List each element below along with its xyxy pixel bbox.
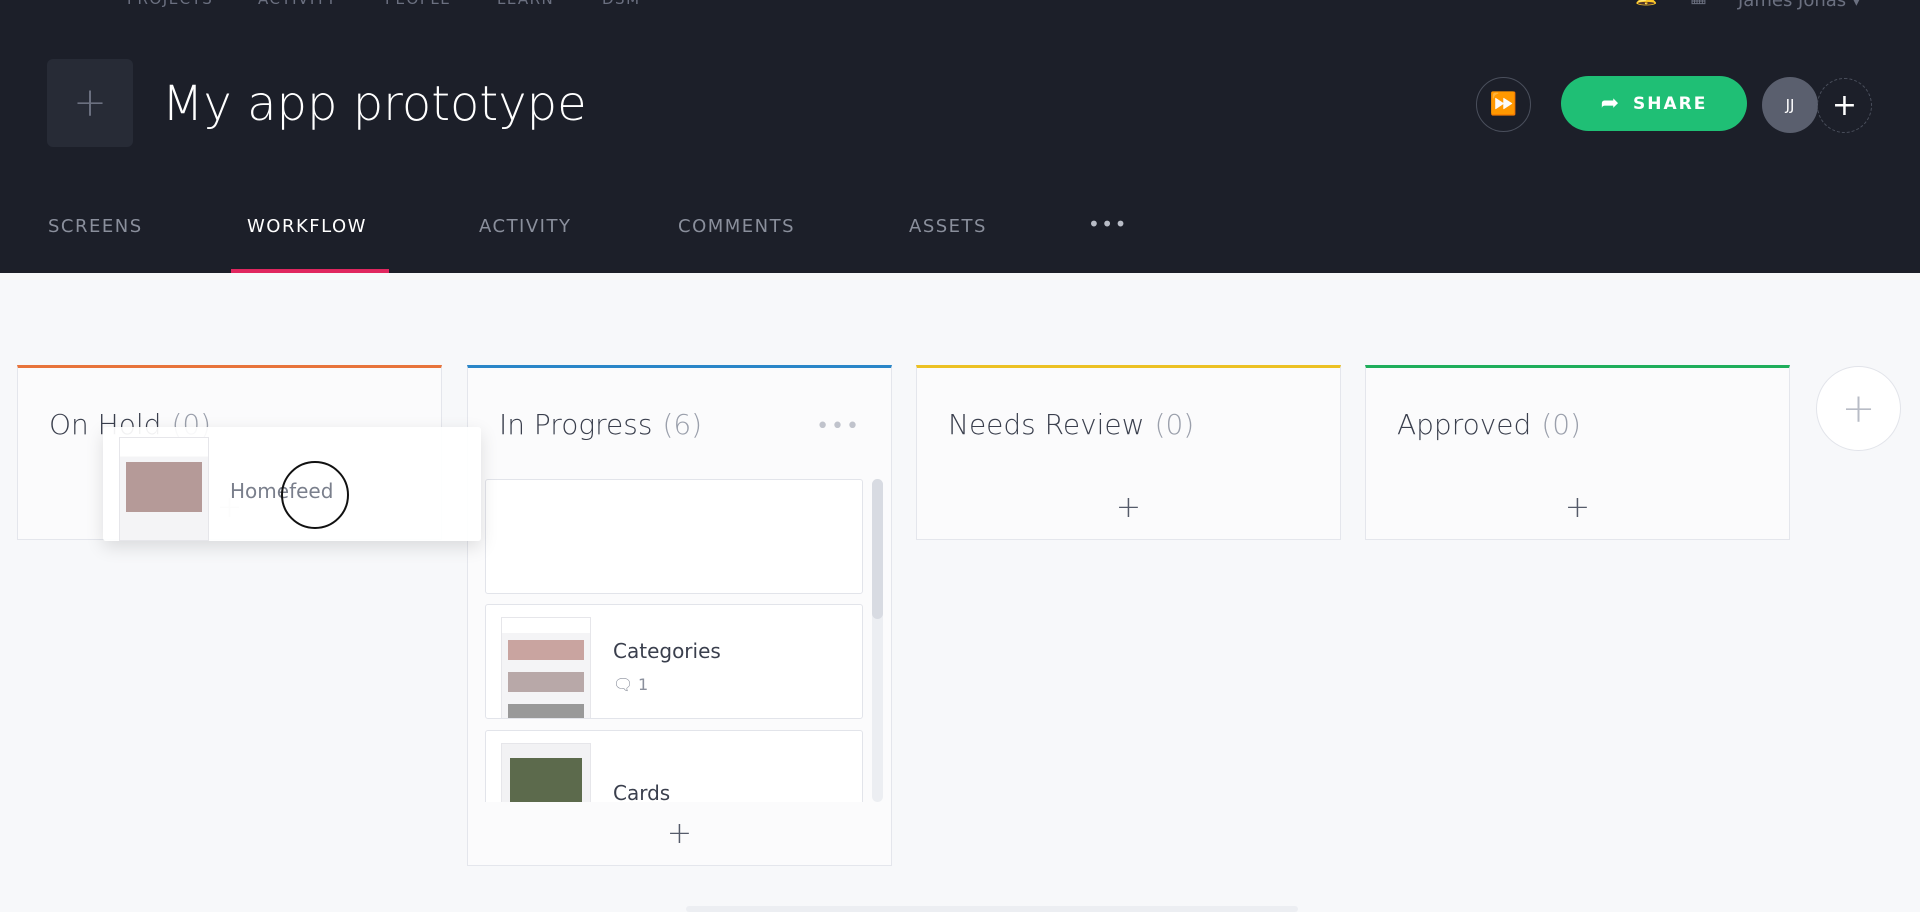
add-card-button[interactable]: + <box>917 490 1340 525</box>
project-add-button[interactable]: + <box>47 59 133 147</box>
tab-activity[interactable]: ACTIVITY <box>479 216 571 237</box>
card-title: Cards <box>613 781 671 802</box>
column-needs-review: Needs Review (0) + <box>916 365 1341 540</box>
user-menu[interactable]: James Jonas ▾ <box>1738 0 1861 11</box>
nav-learn[interactable]: LEARN <box>497 0 554 8</box>
screen-card[interactable] <box>485 479 863 594</box>
screen-thumbnail <box>501 617 591 718</box>
column-in-progress: In Progress (6) ••• Categories 🗨 1 Cards … <box>467 365 892 866</box>
top-nav: in PROJECTS ACTIVITY PEOPLE LEARN DSM 🔔 … <box>0 0 1920 11</box>
screen-thumbnail <box>119 437 209 541</box>
apps-grid-icon[interactable]: ▦ <box>1690 0 1709 7</box>
nav-projects[interactable]: PROJECTS <box>127 0 213 8</box>
comment-icon: 🗨 <box>613 675 634 694</box>
screen-thumbnail <box>501 743 591 802</box>
scrollbar[interactable] <box>872 479 883 802</box>
add-column-button[interactable]: + <box>1816 366 1901 451</box>
column-title: Approved (0) <box>1397 408 1581 441</box>
column-title: In Progress (6) <box>499 408 703 441</box>
project-header: in PROJECTS ACTIVITY PEOPLE LEARN DSM 🔔 … <box>0 0 1920 273</box>
invision-logo[interactable]: in <box>47 0 72 6</box>
project-title: My app prototype <box>162 76 587 132</box>
card-title: Categories <box>613 639 721 663</box>
nav-activity[interactable]: ACTIVITY <box>258 0 337 8</box>
cursor-highlight <box>281 461 349 529</box>
bottom-bar <box>686 906 1298 912</box>
screen-card[interactable]: Categories 🗨 1 <box>485 604 863 719</box>
add-card-button[interactable]: + <box>1366 490 1789 525</box>
nav-people[interactable]: PEOPLE <box>385 0 451 8</box>
share-label: SHARE <box>1633 93 1708 114</box>
tab-screens[interactable]: SCREENS <box>48 216 143 237</box>
share-button[interactable]: ➦ SHARE <box>1561 76 1747 131</box>
share-arrow-icon: ➦ <box>1600 91 1622 116</box>
screen-card[interactable]: Cards <box>485 730 863 802</box>
column-menu-button[interactable]: ••• <box>816 414 861 439</box>
column-approved: Approved (0) + <box>1365 365 1790 540</box>
preview-fast-forward-icon[interactable]: ⏩ <box>1476 77 1531 132</box>
nav-dsm[interactable]: DSM <box>602 0 641 8</box>
add-collaborator-button[interactable]: + <box>1817 78 1872 133</box>
more-tabs-button[interactable]: ••• <box>1088 212 1128 236</box>
tab-comments[interactable]: COMMENTS <box>678 216 795 237</box>
avatar[interactable]: JJ <box>1762 77 1818 133</box>
active-tab-indicator <box>231 269 389 273</box>
tab-workflow[interactable]: WORKFLOW <box>247 216 367 237</box>
tab-assets[interactable]: ASSETS <box>909 216 987 237</box>
column-title: Needs Review (0) <box>948 408 1195 441</box>
comment-count: 1 <box>638 675 649 694</box>
add-card-button[interactable]: + <box>468 816 891 851</box>
bell-icon[interactable]: 🔔 <box>1635 0 1659 7</box>
